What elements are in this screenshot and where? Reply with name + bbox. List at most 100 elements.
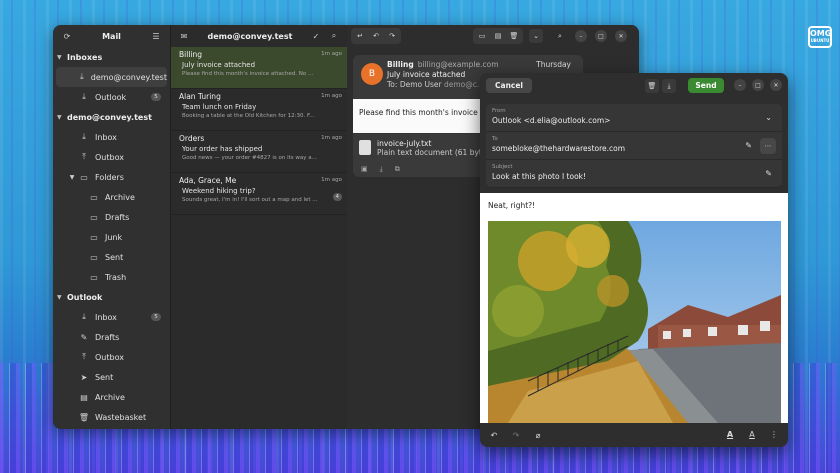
- folder-icon: ▭: [90, 232, 98, 242]
- trash-icon[interactable]: 🗑: [507, 29, 521, 43]
- text-color-icon[interactable]: A: [746, 428, 758, 440]
- sidebar-item-outlook-inbox-folder[interactable]: ⤓ Inbox 5: [56, 307, 167, 327]
- save-icon[interactable]: ▣: [361, 165, 368, 173]
- folder-icon: ▭: [90, 192, 98, 202]
- more-options-icon[interactable]: ⋯: [760, 138, 776, 154]
- send-button[interactable]: Send: [688, 78, 724, 93]
- edit-icon[interactable]: ✎: [765, 169, 772, 178]
- sidebar-item-outlook-sent[interactable]: ➤ Sent: [56, 367, 167, 387]
- reply-icon[interactable]: ↵: [353, 29, 367, 43]
- save-draft-icon[interactable]: ⤓: [662, 79, 676, 93]
- from-field[interactable]: From Outlook <d.elia@outlook.com> ⌄: [486, 104, 782, 132]
- archive-icon[interactable]: ▤: [491, 29, 505, 43]
- compose-icon[interactable]: ✉: [178, 30, 190, 42]
- reply-group: ↵ ↶ ↷: [351, 28, 401, 44]
- folder-icon[interactable]: ▭: [475, 29, 489, 43]
- compose-window: Cancel 🗑 ⤓ Send – □ ✕ From Outlook <d.el…: [480, 73, 788, 447]
- move-group: ▭ ▤ 🗑: [473, 28, 523, 44]
- more-icon[interactable]: ⋮: [768, 428, 780, 440]
- to-field[interactable]: To somebloke@thehardwarestore.com ✎ ⋯: [486, 132, 782, 160]
- sidebar-item-sent[interactable]: ▭ Sent: [56, 247, 167, 267]
- sidebar-item-outlook-drafts[interactable]: ✎ Drafts: [56, 327, 167, 347]
- list-item[interactable]: Alan Turing 1m ago Team lunch on Friday …: [171, 89, 347, 131]
- avatar: B: [361, 63, 383, 85]
- list-header: ✉ demo@convey.test ✓ ⌕: [171, 25, 347, 47]
- sender-address: billing@example.com: [417, 60, 499, 69]
- chevron-down-icon: ▼: [57, 53, 62, 61]
- attachment-meta: Plain text document (61 bytes): [377, 147, 494, 157]
- drafts-icon: ✎: [80, 332, 88, 342]
- list-item[interactable]: Ada, Grace, Me 1m ago Weekend hiking tri…: [171, 173, 347, 215]
- attachment-name: invoice-july.txt: [377, 138, 432, 148]
- folder-icon: ▭: [80, 172, 88, 182]
- inbox-icon: ⤓: [82, 92, 86, 101]
- sidebar-header: ⟳ Mail ☰: [53, 25, 170, 47]
- sidebar-item-trash[interactable]: ▭ Trash: [56, 267, 167, 287]
- sidebar-item-demo-inbox[interactable]: ⤓ demo@convey.test: [56, 67, 167, 87]
- cancel-button[interactable]: Cancel: [486, 78, 533, 93]
- from-value: Outlook <d.elia@outlook.com>: [492, 116, 611, 125]
- select-icon[interactable]: ✓: [310, 30, 322, 42]
- open-icon[interactable]: ⧉: [395, 165, 400, 174]
- sender-name[interactable]: Billing: [387, 60, 414, 69]
- list-item[interactable]: Orders 1m ago Your order has shipped Goo…: [171, 131, 347, 173]
- list-title: demo@convey.test: [207, 31, 293, 41]
- maximize-icon[interactable]: □: [752, 79, 764, 91]
- street-photo: [488, 221, 781, 423]
- search-icon[interactable]: ⌕: [553, 29, 567, 43]
- sidebar-item-archive[interactable]: ▭ Archive: [56, 187, 167, 207]
- sidebar-item-drafts[interactable]: ▭ Drafts: [56, 207, 167, 227]
- format-toolbar: ↶ ↷ ⌀ A A ⋮: [480, 423, 788, 447]
- reply-all-icon[interactable]: ↶: [369, 29, 383, 43]
- group-inboxes[interactable]: ▼ Inboxes: [53, 47, 170, 67]
- inbox-icon: ⤓: [82, 312, 86, 321]
- delete-draft-icon[interactable]: 🗑: [645, 79, 659, 93]
- close-icon[interactable]: ✕: [770, 79, 782, 91]
- close-icon[interactable]: ✕: [615, 30, 627, 42]
- forward-icon[interactable]: ↷: [385, 29, 399, 43]
- minimize-icon[interactable]: –: [734, 79, 746, 91]
- subject-field[interactable]: Subject Look at this photo I took! ✎: [486, 160, 782, 188]
- minimize-icon[interactable]: –: [575, 30, 587, 42]
- trash-icon: 🗑: [78, 412, 90, 422]
- inbox-icon: ⤓: [80, 72, 84, 81]
- compose-header: Cancel 🗑 ⤓ Send – □ ✕: [480, 73, 788, 98]
- search-icon[interactable]: ⌕: [328, 30, 340, 42]
- sidebar-item-inbox[interactable]: ⤓ Inbox: [56, 127, 167, 147]
- group-demo-account[interactable]: ▼ demo@convey.test: [53, 107, 170, 127]
- sidebar-item-outbox[interactable]: ⤒ Outbox: [56, 147, 167, 167]
- inserted-photo: [488, 221, 781, 423]
- sidebar-item-outlook-wastebasket[interactable]: 🗑 Wastebasket: [56, 407, 167, 427]
- subject-value: Look at this photo I took!: [492, 172, 587, 181]
- send-icon: ➤: [80, 372, 88, 382]
- chevron-down-icon[interactable]: ⌄: [529, 29, 543, 43]
- body-text: Neat, right?!: [488, 201, 536, 210]
- message-list: ✉ demo@convey.test ✓ ⌕ Billing 1m ago Jul…: [170, 25, 347, 429]
- sidebar-item-outlook-inbox[interactable]: ⤓ Outlook 5: [56, 87, 167, 107]
- undo-icon[interactable]: ↶: [488, 429, 500, 441]
- file-icon: [359, 140, 371, 155]
- inbox-icon: ⤓: [82, 132, 86, 141]
- sidebar-item-outlook-outbox[interactable]: ⤒ Outbox: [56, 347, 167, 367]
- attach-icon[interactable]: ⌀: [532, 429, 544, 441]
- chevron-down-icon: ▼: [57, 113, 62, 121]
- list-item[interactable]: Billing 1m ago July invoice attached Ple…: [171, 47, 347, 89]
- sidebar-item-folders[interactable]: ▼ ▭ Folders: [56, 167, 167, 187]
- chevron-down-icon[interactable]: ⌄: [765, 113, 772, 122]
- group-outlook-account[interactable]: ▼ Outlook: [53, 287, 170, 307]
- recipient-name: Demo User: [399, 80, 442, 89]
- message-editor[interactable]: Neat, right?!: [480, 193, 788, 423]
- refresh-icon[interactable]: ⟳: [61, 30, 73, 42]
- edit-icon[interactable]: ✎: [745, 141, 752, 150]
- message-date: Thursday: [536, 60, 571, 69]
- sidebar-item-junk[interactable]: ▭ Junk: [56, 227, 167, 247]
- text-format-icon[interactable]: A: [724, 428, 736, 440]
- sidebar-title: Mail: [102, 31, 121, 41]
- menu-icon[interactable]: ☰: [150, 30, 162, 42]
- chevron-down-icon: ▼: [69, 173, 75, 181]
- maximize-icon[interactable]: □: [595, 30, 607, 42]
- unread-badge: 5: [151, 313, 161, 321]
- redo-icon[interactable]: ↷: [510, 429, 522, 441]
- download-icon[interactable]: ⤓: [380, 165, 383, 174]
- sidebar-item-outlook-archive[interactable]: ▤ Archive: [56, 387, 167, 407]
